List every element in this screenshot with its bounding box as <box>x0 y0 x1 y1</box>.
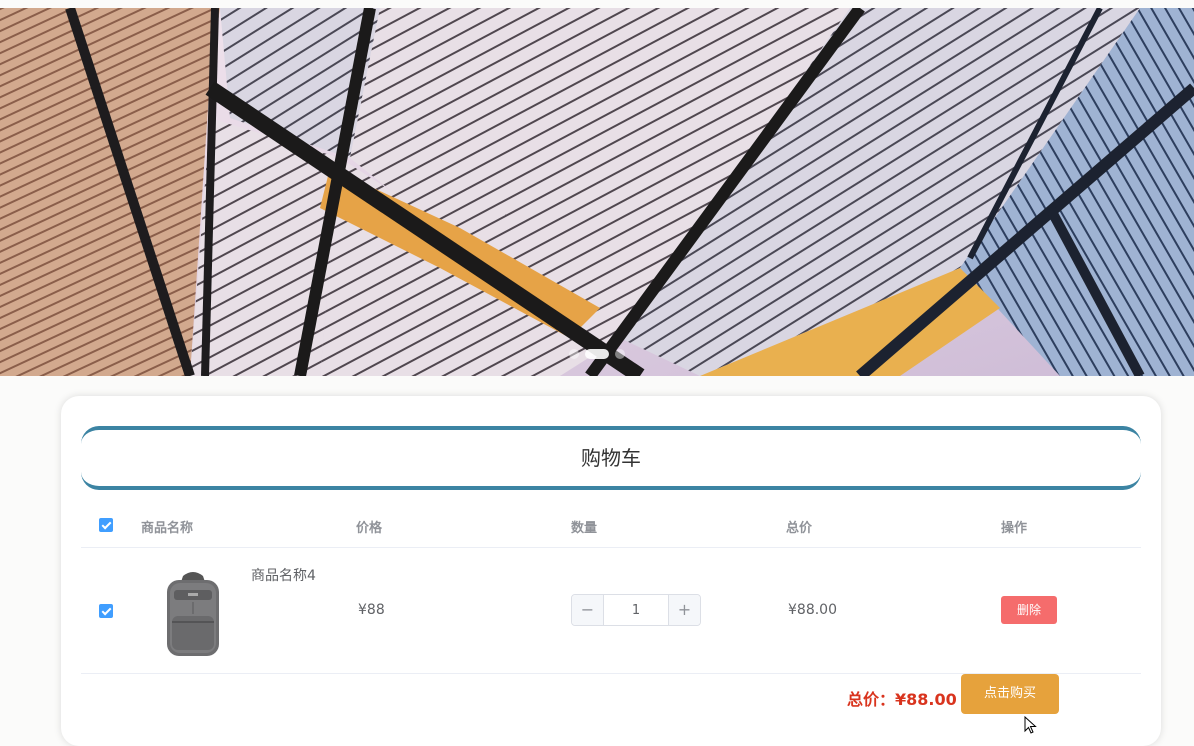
table-header: 商品名称 价格 数量 总价 操作 <box>81 502 1141 548</box>
carousel-indicators <box>0 349 1194 359</box>
delete-button[interactable]: 删除 <box>1001 596 1057 624</box>
carousel-dot[interactable] <box>569 349 579 359</box>
buy-button[interactable]: 点击购买 <box>961 674 1059 714</box>
cart-table: 商品名称 价格 数量 总价 操作 商品名称4 ¥88 − 1 + ¥88.00 … <box>81 502 1141 734</box>
decrease-quantity-button[interactable]: − <box>572 595 604 625</box>
item-price: ¥88 <box>358 602 385 618</box>
column-header-price: 价格 <box>356 521 383 536</box>
quantity-stepper: − + <box>571 594 701 626</box>
item-checkbox[interactable] <box>99 604 113 618</box>
quantity-input[interactable] <box>605 595 667 625</box>
table-row: 商品名称4 ¥88 − + ¥88.00 删除 <box>81 548 1141 674</box>
column-header-quantity: 数量 <box>571 521 598 536</box>
item-name: 商品名称4 <box>251 568 316 584</box>
select-all-checkbox[interactable] <box>99 518 113 532</box>
mouse-cursor-icon <box>1024 716 1037 734</box>
item-subtotal: ¥88.00 <box>788 602 837 618</box>
backpack-image <box>167 572 219 656</box>
carousel-dot-active[interactable] <box>585 349 609 359</box>
column-header-action: 操作 <box>1001 521 1028 536</box>
column-header-name: 商品名称 <box>141 521 194 536</box>
architecture-banner-image <box>0 8 1194 376</box>
cart-footer: 总价：¥88.00 点击购买 <box>81 674 1141 734</box>
column-header-total: 总价 <box>786 521 813 536</box>
increase-quantity-button[interactable]: + <box>668 595 700 625</box>
carousel-dot[interactable] <box>615 349 625 359</box>
cart-total: 总价：¥88.00 <box>847 690 957 709</box>
cart-title: 购物车 <box>81 426 1141 490</box>
banner-carousel <box>0 8 1194 376</box>
cart-card: 购物车 商品名称 价格 数量 总价 操作 商品名称4 ¥88 − 1 + ¥88… <box>61 396 1161 746</box>
